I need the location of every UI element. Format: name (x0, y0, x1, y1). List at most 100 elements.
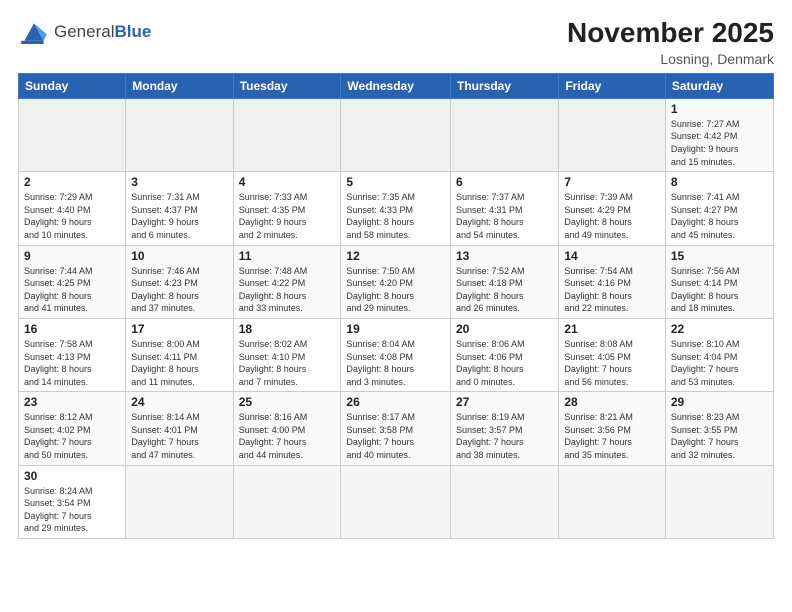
title-block: November 2025 Losning, Denmark (567, 18, 774, 67)
calendar-day-cell: 11 Sunrise: 7:48 AM Sunset: 4:22 PM Dayli… (233, 245, 341, 318)
calendar-day-cell (451, 98, 559, 171)
calendar-day-cell: 28Sunrise: 8:21 AM Sunset: 3:56 PM Dayli… (559, 392, 666, 465)
calendar-day-cell: 15Sunrise: 7:56 AM Sunset: 4:14 PM Dayli… (665, 245, 773, 318)
day-info: Sunrise: 7:56 AM Sunset: 4:14 PM Dayligh… (671, 265, 768, 315)
day-number: 21 (564, 322, 660, 336)
weekday-header-thursday: Thursday (451, 73, 559, 98)
day-number: 6 (456, 175, 553, 189)
day-info: Sunrise: 8:04 AM Sunset: 4:08 PM Dayligh… (346, 338, 445, 388)
weekday-header-sunday: Sunday (19, 73, 126, 98)
calendar-day-cell: 25 Sunrise: 8:16 AM Sunset: 4:00 PM Dayli… (233, 392, 341, 465)
day-info: Sunrise: 8:16 AM Sunset: 4:00 PM Dayligh… (239, 411, 336, 461)
day-number: 18 (239, 322, 336, 336)
calendar: SundayMondayTuesdayWednesdayThursdayFrid… (18, 73, 774, 539)
day-info: Sunrise: 7:37 AM Sunset: 4:31 PM Dayligh… (456, 191, 553, 241)
day-info: Sunrise: 8:02 AM Sunset: 4:10 PM Dayligh… (239, 338, 336, 388)
calendar-day-cell: 17Sunrise: 8:00 AM Sunset: 4:11 PM Dayli… (126, 318, 233, 391)
weekday-header-tuesday: Tuesday (233, 73, 341, 98)
calendar-day-cell (233, 98, 341, 171)
calendar-day-cell: 10Sunrise: 7:46 AM Sunset: 4:23 PM Dayli… (126, 245, 233, 318)
day-number: 13 (456, 249, 553, 263)
calendar-day-cell: 29Sunrise: 8:23 AM Sunset: 3:55 PM Dayli… (665, 392, 773, 465)
calendar-day-cell: 5 Sunrise: 7:35 AM Sunset: 4:33 PM Daylig… (341, 172, 451, 245)
day-number: 9 (24, 249, 120, 263)
day-number: 5 (346, 175, 445, 189)
day-number: 4 (239, 175, 336, 189)
calendar-day-cell: 12Sunrise: 7:50 AM Sunset: 4:20 PM Dayli… (341, 245, 451, 318)
day-info: Sunrise: 7:33 AM Sunset: 4:35 PM Dayligh… (239, 191, 336, 241)
logo-blue: Blue (114, 22, 151, 41)
day-number: 29 (671, 395, 768, 409)
calendar-day-cell: 2 Sunrise: 7:29 AM Sunset: 4:40 PM Daylig… (19, 172, 126, 245)
day-info: Sunrise: 8:14 AM Sunset: 4:01 PM Dayligh… (131, 411, 227, 461)
calendar-day-cell: 9Sunrise: 7:44 AM Sunset: 4:25 PM Daylig… (19, 245, 126, 318)
page: GeneralBlue November 2025 Losning, Denma… (0, 0, 792, 612)
weekday-header-wednesday: Wednesday (341, 73, 451, 98)
weekday-header-friday: Friday (559, 73, 666, 98)
calendar-day-cell: 16Sunrise: 7:58 AM Sunset: 4:13 PM Dayli… (19, 318, 126, 391)
day-number: 22 (671, 322, 768, 336)
calendar-day-cell: 18 Sunrise: 8:02 AM Sunset: 4:10 PM Dayli… (233, 318, 341, 391)
day-info: Sunrise: 7:39 AM Sunset: 4:29 PM Dayligh… (564, 191, 660, 241)
day-info: Sunrise: 7:54 AM Sunset: 4:16 PM Dayligh… (564, 265, 660, 315)
day-number: 25 (239, 395, 336, 409)
day-number: 14 (564, 249, 660, 263)
day-number: 2 (24, 175, 120, 189)
day-number: 11 (239, 249, 336, 263)
calendar-day-cell (559, 98, 666, 171)
day-number: 8 (671, 175, 768, 189)
calendar-day-cell (19, 98, 126, 171)
day-info: Sunrise: 8:12 AM Sunset: 4:02 PM Dayligh… (24, 411, 120, 461)
logo-text: GeneralBlue (54, 23, 151, 42)
calendar-day-cell (559, 465, 666, 538)
day-info: Sunrise: 8:06 AM Sunset: 4:06 PM Dayligh… (456, 338, 553, 388)
day-number: 20 (456, 322, 553, 336)
calendar-day-cell (341, 465, 451, 538)
header: GeneralBlue November 2025 Losning, Denma… (18, 18, 774, 67)
day-number: 26 (346, 395, 445, 409)
calendar-week-row: 1 Sunrise: 7:27 AM Sunset: 4:42 PM Daylig… (19, 98, 774, 171)
calendar-day-cell (126, 98, 233, 171)
day-info: Sunrise: 8:08 AM Sunset: 4:05 PM Dayligh… (564, 338, 660, 388)
day-info: Sunrise: 7:48 AM Sunset: 4:22 PM Dayligh… (239, 265, 336, 315)
calendar-day-cell (233, 465, 341, 538)
calendar-day-cell: 19Sunrise: 8:04 AM Sunset: 4:08 PM Dayli… (341, 318, 451, 391)
calendar-day-cell: 7Sunrise: 7:39 AM Sunset: 4:29 PM Daylig… (559, 172, 666, 245)
day-info: Sunrise: 7:58 AM Sunset: 4:13 PM Dayligh… (24, 338, 120, 388)
calendar-week-row: 23 Sunrise: 8:12 AM Sunset: 4:02 PM Dayli… (19, 392, 774, 465)
day-info: Sunrise: 7:35 AM Sunset: 4:33 PM Dayligh… (346, 191, 445, 241)
calendar-day-cell (451, 465, 559, 538)
weekday-header-monday: Monday (126, 73, 233, 98)
day-number: 3 (131, 175, 227, 189)
calendar-week-row: 9Sunrise: 7:44 AM Sunset: 4:25 PM Daylig… (19, 245, 774, 318)
weekday-header-saturday: Saturday (665, 73, 773, 98)
day-number: 27 (456, 395, 553, 409)
day-number: 1 (671, 102, 768, 116)
day-number: 17 (131, 322, 227, 336)
calendar-day-cell: 20 Sunrise: 8:06 AM Sunset: 4:06 PM Dayli… (451, 318, 559, 391)
day-number: 23 (24, 395, 120, 409)
calendar-day-cell (341, 98, 451, 171)
day-info: Sunrise: 7:41 AM Sunset: 4:27 PM Dayligh… (671, 191, 768, 241)
day-info: Sunrise: 7:27 AM Sunset: 4:42 PM Dayligh… (671, 118, 768, 168)
calendar-day-cell: 22Sunrise: 8:10 AM Sunset: 4:04 PM Dayli… (665, 318, 773, 391)
calendar-day-cell: 27Sunrise: 8:19 AM Sunset: 3:57 PM Dayli… (451, 392, 559, 465)
month-title: November 2025 (567, 18, 774, 49)
calendar-day-cell: 6 Sunrise: 7:37 AM Sunset: 4:31 PM Daylig… (451, 172, 559, 245)
logo-icon (18, 18, 50, 46)
calendar-day-cell: 1 Sunrise: 7:27 AM Sunset: 4:42 PM Daylig… (665, 98, 773, 171)
day-number: 24 (131, 395, 227, 409)
logo-general: General (54, 22, 114, 41)
day-number: 28 (564, 395, 660, 409)
day-info: Sunrise: 8:24 AM Sunset: 3:54 PM Dayligh… (24, 485, 120, 535)
calendar-day-cell: 8 Sunrise: 7:41 AM Sunset: 4:27 PM Daylig… (665, 172, 773, 245)
calendar-day-cell: 13 Sunrise: 7:52 AM Sunset: 4:18 PM Dayli… (451, 245, 559, 318)
day-info: Sunrise: 7:52 AM Sunset: 4:18 PM Dayligh… (456, 265, 553, 315)
calendar-day-cell: 14 Sunrise: 7:54 AM Sunset: 4:16 PM Dayli… (559, 245, 666, 318)
calendar-day-cell: 24 Sunrise: 8:14 AM Sunset: 4:01 PM Dayli… (126, 392, 233, 465)
calendar-day-cell (126, 465, 233, 538)
calendar-week-row: 16Sunrise: 7:58 AM Sunset: 4:13 PM Dayli… (19, 318, 774, 391)
calendar-day-cell: 26Sunrise: 8:17 AM Sunset: 3:58 PM Dayli… (341, 392, 451, 465)
day-info: Sunrise: 7:29 AM Sunset: 4:40 PM Dayligh… (24, 191, 120, 241)
calendar-day-cell: 21 Sunrise: 8:08 AM Sunset: 4:05 PM Dayli… (559, 318, 666, 391)
